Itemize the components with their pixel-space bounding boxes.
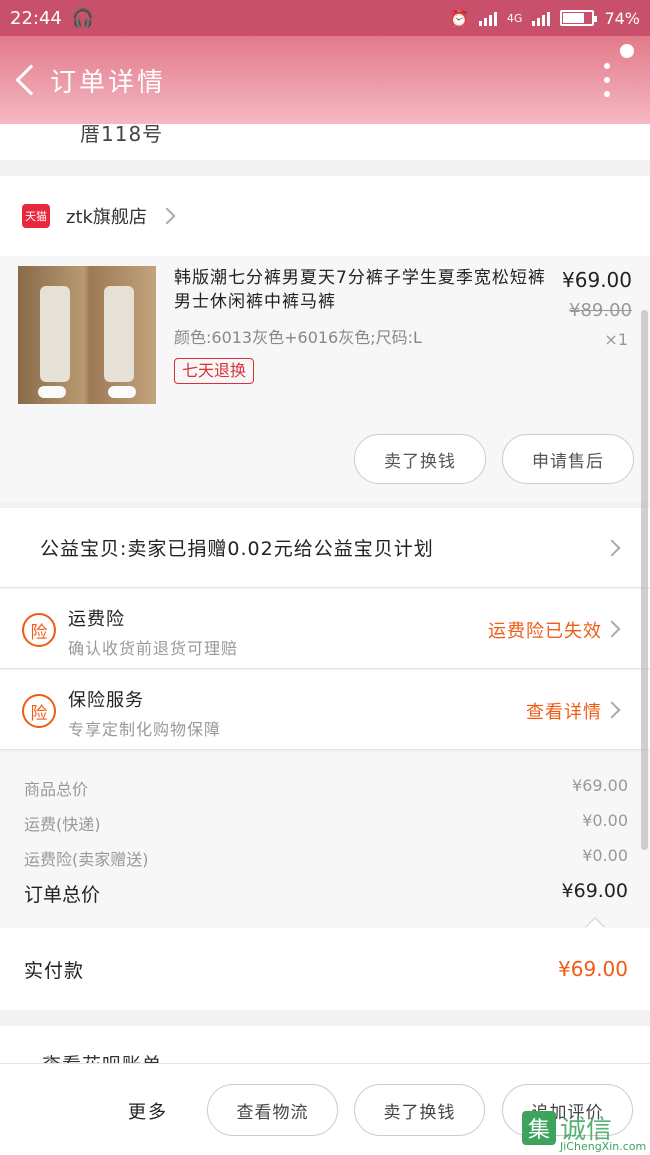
paid-label: 实付款 — [24, 959, 85, 982]
watermark: 集 诚信 JiChengXin.com — [520, 1100, 650, 1155]
price-summary: 商品总价 ¥69.00 运费(快递) ¥0.00 运费险(卖家赠送) ¥0.00… — [0, 752, 650, 937]
insurance-service-row[interactable]: 险 保险服务 专享定制化购物保障 查看详情 — [0, 670, 650, 750]
pant-shape — [104, 286, 134, 382]
sell-button[interactable]: 卖了换钱 — [354, 434, 486, 484]
status-time: 22:44 — [10, 7, 62, 29]
order-total-value: ¥69.00 — [561, 880, 628, 902]
sell-for-cash-button[interactable]: 卖了换钱 — [354, 1084, 485, 1136]
page-title: 订单详情 — [50, 67, 167, 98]
status-bar: 22:44 🎧 ⏰ 4G 74% — [0, 0, 650, 36]
more-dot-icon — [604, 77, 610, 83]
summary-line: 运费(快递) ¥0.00 — [24, 811, 628, 835]
chevron-right-icon — [603, 701, 621, 719]
shipping-insurance-row[interactable]: 险 运费险 确认收货前退货可理赔 运费险已失效 — [0, 589, 650, 669]
back-button[interactable] — [4, 50, 48, 110]
watermark-url: JiChengXin.com — [560, 1140, 647, 1153]
chevron-right-icon — [603, 620, 621, 638]
page-header: 订单详情 — [0, 36, 650, 124]
charity-row[interactable]: 公益宝贝:卖家已捐赠0.02元给公益宝贝计划 — [0, 508, 650, 588]
alarm-icon: ⏰ — [448, 8, 469, 28]
address-text: 厝118号 — [80, 124, 164, 146]
insurance-title: 运费险 — [68, 609, 125, 630]
insurance-icon: 险 — [22, 613, 56, 647]
charity-text: 公益宝贝:卖家已捐赠0.02元给公益宝贝计划 — [40, 538, 434, 560]
network-type: 4G — [506, 11, 523, 25]
insurance-status: 查看详情 — [526, 702, 602, 723]
status-right: ⏰ 4G 74% — [449, 9, 640, 28]
product-title[interactable]: 韩版潮七分裤男夏天7分裤子学生夏季宽松短裤男士休闲裤中裤马裤 — [174, 266, 550, 314]
notification-dot — [620, 44, 634, 58]
order-total-line: 订单总价 ¥69.00 — [24, 880, 628, 907]
battery-icon — [560, 10, 598, 26]
signal-icon — [478, 10, 497, 26]
insurance-icon: 险 — [22, 694, 56, 728]
summary-value: ¥69.00 — [572, 776, 628, 795]
scrollbar[interactable] — [641, 310, 648, 850]
insurance-subtitle: 专享定制化购物保障 — [68, 720, 222, 739]
watermark-logo-icon: 集 — [522, 1110, 556, 1145]
more-menu-button[interactable] — [582, 50, 632, 110]
seven-day-return-badge: 七天退换 — [174, 358, 255, 384]
order-total-label: 订单总价 — [24, 884, 101, 906]
headset-icon: 🎧 — [71, 7, 95, 29]
summary-label: 运费(快递) — [24, 815, 101, 834]
after-sale-button[interactable]: 申请售后 — [502, 434, 634, 484]
product-spec: 颜色:6013灰色+6016灰色;尺码:L — [174, 328, 422, 347]
product-image[interactable] — [18, 266, 156, 404]
summary-label: 运费险(卖家赠送) — [24, 850, 149, 869]
shop-row[interactable]: 天猫 ztk旗舰店 — [0, 176, 650, 256]
shoe-shape — [108, 386, 136, 398]
product-quantity: ×1 — [604, 330, 628, 349]
summary-value: ¥0.00 — [582, 846, 628, 865]
more-dot-icon — [604, 63, 610, 69]
product-item[interactable]: 韩版潮七分裤男夏天7分裤子学生夏季宽松短裤男士休闲裤中裤马裤 颜色:6013灰色… — [0, 256, 650, 502]
product-price: ¥69.00 — [562, 268, 632, 292]
pant-shape — [40, 286, 70, 382]
shop-name: ztk旗舰店 — [66, 207, 147, 228]
chevron-right-icon — [158, 207, 176, 225]
insurance-title: 保险服务 — [68, 690, 144, 711]
insurance-status: 运费险已失效 — [488, 621, 602, 642]
summary-line: 商品总价 ¥69.00 — [24, 776, 628, 800]
insurance-subtitle: 确认收货前退货可理赔 — [68, 639, 239, 658]
paid-value: ¥69.00 — [558, 957, 628, 981]
battery-level — [563, 13, 585, 23]
more-link[interactable]: 更多 — [128, 1098, 168, 1124]
summary-value: ¥0.00 — [582, 811, 628, 830]
summary-line: 运费险(卖家赠送) ¥0.00 — [24, 846, 628, 870]
tmall-logo-icon: 天猫 — [22, 204, 50, 228]
shoe-shape — [38, 386, 66, 398]
chevron-left-icon — [15, 64, 47, 96]
chevron-right-icon — [603, 539, 621, 557]
summary-label: 商品总价 — [24, 780, 89, 799]
address-section: 厝118号 — [0, 124, 650, 160]
more-dot-icon — [604, 91, 610, 97]
paid-amount-row: 实付款 ¥69.00 — [0, 928, 650, 1010]
product-original-price: ¥89.00 — [569, 300, 632, 321]
huabei-bill-row[interactable]: 查看花呗账单 — [0, 1026, 650, 1066]
view-logistics-button[interactable]: 查看物流 — [207, 1084, 338, 1136]
battery-percent: 74% — [604, 8, 640, 28]
signal-icon-2 — [532, 10, 551, 26]
